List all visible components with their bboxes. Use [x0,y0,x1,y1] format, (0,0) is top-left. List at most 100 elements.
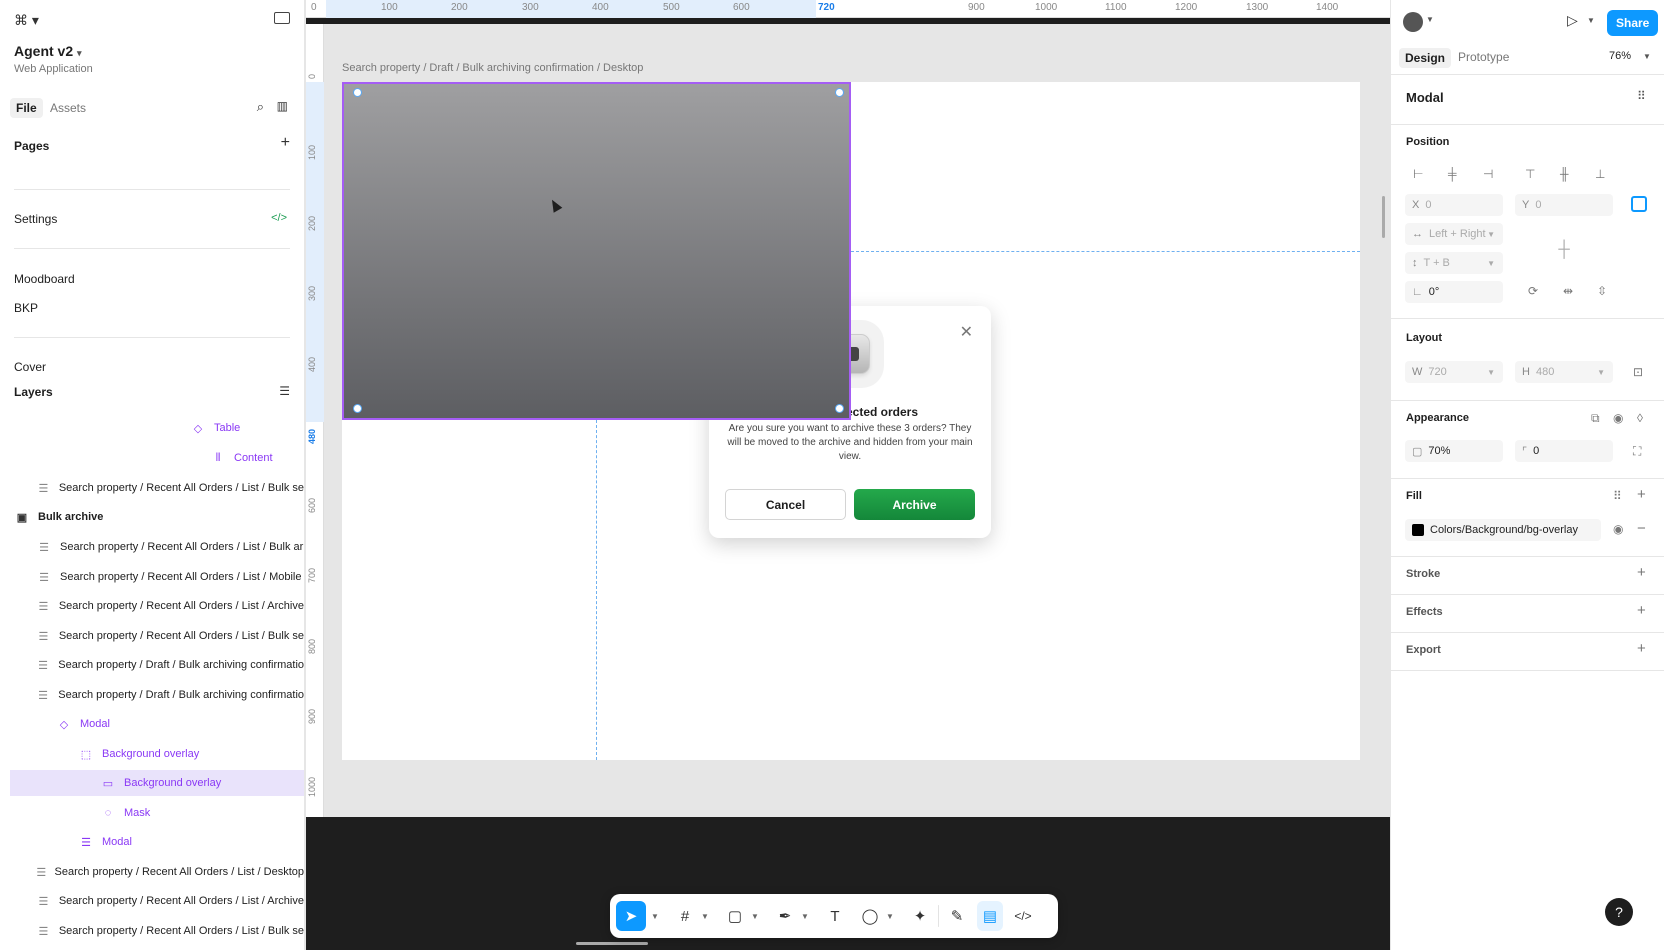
constraints-icon[interactable] [1631,196,1647,212]
horizontal-constraint-select[interactable]: ↔ Left + Right ▼ [1405,223,1503,245]
add-stroke-icon[interactable]: + [1637,564,1646,581]
resize-handle-top-left[interactable] [353,88,362,97]
eye-icon[interactable]: ◉ [1613,522,1623,536]
layer-item[interactable]: ☰ Search property / Recent All Orders / L… [10,859,304,885]
independent-corners-icon[interactable]: ⛶ [1633,444,1641,459]
vertical-constraint-select[interactable]: ↕ T + B ▼ [1405,252,1503,274]
chevron-down-icon[interactable]: ▼ [649,901,661,931]
archive-button[interactable]: Archive [854,489,975,520]
component-grid-icon[interactable]: ⠿ [1637,89,1646,103]
page-item-moodboard[interactable]: Moodboard [14,272,75,286]
chevron-down-icon[interactable]: ▼ [749,901,761,931]
fill-style-field[interactable]: Colors/Background/bg-overlay [1405,519,1601,541]
vertical-scrollbar[interactable] [1382,196,1385,238]
comment-tool-icon[interactable]: ◯ [859,901,881,931]
horizontal-scrollbar[interactable] [576,942,648,945]
width-field[interactable]: W 720 ▼ [1405,361,1503,383]
corner-radius-field[interactable]: ⌜ 0 [1515,440,1613,462]
design-mode-icon[interactable]: ▤ [977,901,1003,931]
draw-mode-icon[interactable]: ✎ [946,901,968,931]
actions-icon[interactable]: ✦ [909,901,931,931]
rotation-field[interactable]: ∟ 0° [1405,281,1503,303]
layers-list-icon[interactable]: ☰ [279,384,290,398]
tab-prototype[interactable]: Prototype [1458,50,1509,64]
height-field[interactable]: H 480 ▼ [1515,361,1613,383]
help-button[interactable]: ? [1605,898,1633,926]
layer-item-mask-group[interactable]: ⬚ Background overlay [10,741,304,767]
chevron-down-icon[interactable]: ▼ [1587,16,1595,25]
canvas[interactable]: 0 100 200 300 400 500 600 720 900 1000 1… [306,0,1390,950]
text-tool-icon[interactable]: T [824,901,846,931]
layer-item-selected[interactable]: ▭ Background overlay [10,770,304,796]
resize-to-fit-icon[interactable]: ⊡ [1633,365,1643,379]
layer-item[interactable]: ☰ Search property / Recent All Orders / L… [10,564,304,590]
align-right-icon[interactable]: ⊣ [1483,167,1493,181]
search-icon[interactable]: ⌕ [257,99,264,115]
resize-handle-top-right[interactable] [835,88,844,97]
tab-assets[interactable]: Assets [50,101,86,115]
add-effect-icon[interactable]: + [1637,602,1646,619]
sidebar-toggle-icon[interactable] [274,12,290,24]
x-field[interactable]: X0 [1405,194,1503,216]
add-export-icon[interactable]: + [1637,640,1646,657]
stroke-title[interactable]: Stroke [1406,568,1440,580]
constraint-diagram[interactable]: ┼ [1515,225,1613,275]
project-name[interactable]: Agent v2 ▾ [14,43,82,59]
eye-icon[interactable]: ◉ [1613,411,1623,425]
dev-mode-icon[interactable]: </> [1012,901,1034,931]
style-grid-icon[interactable]: ⠿ [1613,489,1622,503]
flip-vertical-icon[interactable]: ⇳ [1597,284,1607,298]
effects-title[interactable]: Effects [1406,606,1443,618]
align-bottom-icon[interactable]: ⊥ [1595,167,1605,181]
variable-icon[interactable]: ⧉ [1591,411,1600,426]
rectangle-tool-icon[interactable]: ▢ [724,901,746,931]
rotate-icon[interactable]: ⟳ [1528,284,1538,298]
share-button[interactable]: Share [1607,10,1659,36]
layer-item[interactable]: ⫴ Content [10,445,304,471]
page-item-cover[interactable]: Cover [14,360,46,374]
library-icon[interactable]: ▥ [277,99,288,113]
layer-item[interactable]: ☰ Search property / Recent All Orders / L… [10,475,304,501]
flip-horizontal-icon[interactable]: ⇹ [1563,284,1573,298]
page-item-bkp[interactable]: BKP [14,301,38,315]
add-fill-icon[interactable]: + [1637,486,1646,503]
zoom-level[interactable]: 76% [1609,50,1631,62]
blend-mode-icon[interactable]: ◊ [1637,411,1643,425]
move-tool-icon[interactable]: ➤ [616,901,646,931]
layer-item-mask[interactable]: ◌ Mask [10,800,304,826]
align-center-h-icon[interactable]: ╪ [1448,167,1457,181]
export-title[interactable]: Export [1406,644,1441,656]
resize-handle-bottom-right[interactable] [835,404,844,413]
layer-item[interactable]: ☰ Search property / Recent All Orders / L… [10,593,304,619]
page-item-settings[interactable]: Settings [14,212,57,226]
layer-item[interactable]: ☰ Search property / Draft / Bulk archivin… [10,652,304,678]
figma-menu-icon[interactable]: ⌘ ▾ [14,12,39,29]
layer-item[interactable]: ☰ Search property / Recent All Orders / L… [10,534,304,560]
chevron-down-icon[interactable]: ▼ [1643,52,1651,61]
frame-tool-icon[interactable]: # [674,901,696,931]
chevron-down-icon[interactable]: ▼ [799,901,811,931]
chevron-down-icon[interactable]: ▾ [77,48,82,58]
play-icon[interactable]: ▷ [1567,12,1578,29]
layer-item-modal[interactable]: ◇ Modal [10,711,304,737]
align-center-v-icon[interactable]: ╫ [1560,167,1569,181]
tab-file[interactable]: File [10,98,43,118]
layer-item[interactable]: ☰ Search property / Recent All Orders / L… [10,888,304,914]
layer-item[interactable]: ☰ Search property / Draft / Bulk archivin… [10,682,304,708]
chevron-down-icon[interactable]: ▼ [1426,15,1434,24]
align-top-icon[interactable]: ⊤ [1525,167,1535,181]
frame-label[interactable]: Search property / Draft / Bulk archiving… [342,62,643,74]
background-overlay-selected[interactable] [342,82,851,420]
align-left-icon[interactable]: ⊢ [1413,167,1423,181]
layer-item[interactable]: ☰ Search property / Recent All Orders / L… [10,918,304,944]
fill-swatch[interactable] [1412,524,1424,536]
layer-item-modal-frame[interactable]: ☰ Modal [10,829,304,855]
chevron-down-icon[interactable]: ▼ [884,901,896,931]
tab-design[interactable]: Design [1399,48,1452,68]
add-page-icon[interactable]: + [281,134,290,152]
layer-item[interactable]: ◇ Table [10,415,304,441]
y-field[interactable]: Y0 [1515,194,1613,216]
resize-handle-bottom-left[interactable] [353,404,362,413]
cancel-button[interactable]: Cancel [725,489,846,520]
opacity-field[interactable]: ▢ 70% [1405,440,1503,462]
